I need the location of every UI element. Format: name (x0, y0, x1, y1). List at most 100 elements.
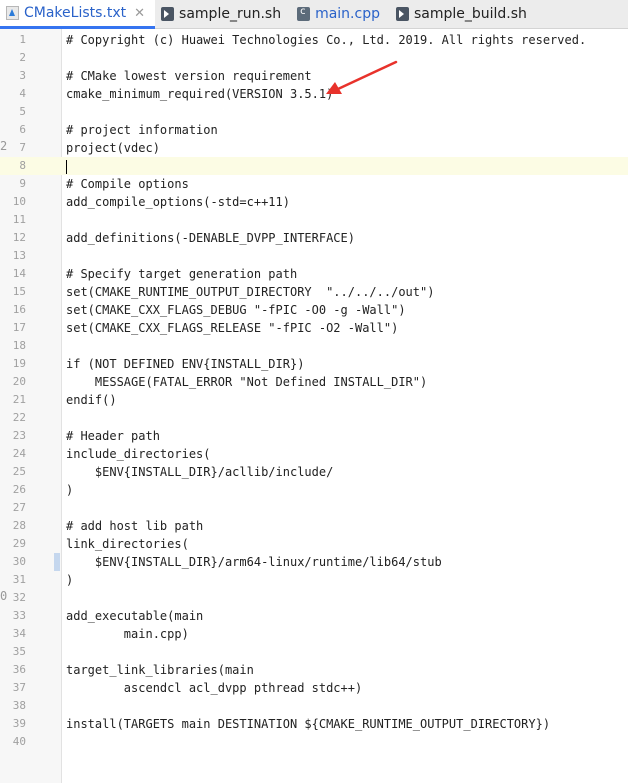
code-text: add_compile_options(-std=c++11) (66, 195, 290, 209)
code-line[interactable]: 18 (0, 337, 628, 355)
line-number: 14 (12, 267, 26, 280)
code-line[interactable]: 20 MESSAGE(FATAL_ERROR "Not Defined INST… (0, 373, 628, 391)
code-line[interactable]: 33 add_executable(main (0, 607, 628, 625)
code-text: # Specify target generation path (66, 267, 298, 281)
shell-file-icon (161, 7, 175, 21)
code-line[interactable]: 2 (0, 49, 628, 67)
code-line[interactable]: 4 cmake_minimum_required(VERSION 3.5.1) (0, 85, 628, 103)
text-cursor (66, 160, 67, 174)
code-text: endif() (66, 393, 117, 407)
code-text: # Header path (66, 429, 160, 443)
code-text: cmake_minimum_required(VERSION 3.5.1) (66, 87, 334, 101)
line-number: 4 (19, 87, 26, 100)
line-number: 23 (12, 429, 26, 442)
tab-label: main.cpp (315, 6, 380, 22)
code-line[interactable]: 22 (0, 409, 628, 427)
code-text: # Copyright (c) Huawei Technologies Co.,… (66, 33, 587, 47)
code-text: main.cpp) (66, 627, 189, 641)
code-text: add_executable(main (66, 609, 204, 623)
code-line[interactable]: 40 (0, 733, 628, 751)
code-line[interactable]: 38 (0, 697, 628, 715)
line-number: 33 (12, 609, 26, 622)
code-line[interactable]: 27 (0, 499, 628, 517)
code-line[interactable]: 7 project(vdec) (0, 139, 628, 157)
line-number: 34 (12, 627, 26, 640)
code-line[interactable]: 14 # Specify target generation path (0, 265, 628, 283)
code-text: include_directories( (66, 447, 211, 461)
code-line[interactable]: 13 (0, 247, 628, 265)
code-line[interactable]: 24 include_directories( (0, 445, 628, 463)
tab-cmakelists[interactable]: CMakeLists.txt ✕ (0, 0, 156, 29)
cmake-file-icon (6, 6, 19, 20)
code-line[interactable]: 15 set(CMAKE_RUNTIME_OUTPUT_DIRECTORY "..… (0, 283, 628, 301)
line-number: 10 (12, 195, 26, 208)
line-number: 39 (12, 717, 26, 730)
close-icon[interactable]: ✕ (134, 6, 145, 21)
code-line[interactable]: 29 link_directories( (0, 535, 628, 553)
code-line[interactable]: 34 main.cpp) (0, 625, 628, 643)
code-text: $ENV{INSTALL_DIR}/arm64-linux/runtime/li… (66, 555, 442, 569)
line-number: 38 (12, 699, 26, 712)
line-number: 24 (12, 447, 26, 460)
code-line[interactable]: 19 if (NOT DEFINED ENV{INSTALL_DIR}) (0, 355, 628, 373)
line-number: 29 (12, 537, 26, 550)
code-line[interactable]: 17 set(CMAKE_CXX_FLAGS_RELEASE "-fPIC -O2… (0, 319, 628, 337)
code-line[interactable]: 3 # CMake lowest version requirement (0, 67, 628, 85)
line-number: 37 (12, 681, 26, 694)
code-line[interactable]: 23 # Header path (0, 427, 628, 445)
red-arrow-annotation (326, 60, 398, 94)
code-line[interactable]: 26) (0, 481, 628, 499)
line-number: 5 (19, 105, 26, 118)
code-text: link_directories( (66, 537, 189, 551)
line-number: 27 (12, 501, 26, 514)
code-editor[interactable]: 1 # Copyright (c) Huawei Technologies Co.… (0, 29, 628, 783)
code-line[interactable]: 36 target_link_libraries(main (0, 661, 628, 679)
code-line[interactable]: 12 add_definitions(-DENABLE_DVPP_INTERFAC… (0, 229, 628, 247)
code-text: ) (66, 573, 74, 587)
tab-main-cpp[interactable]: main.cpp (291, 0, 390, 28)
editor-tab-bar: CMakeLists.txt ✕ sample_run.sh main.cpp … (0, 0, 628, 29)
code-line[interactable]: 28 # add host lib path (0, 517, 628, 535)
code-line[interactable]: 5 (0, 103, 628, 121)
line-number: 9 (19, 177, 26, 190)
code-line[interactable]: 9 # Compile options (0, 175, 628, 193)
code-text: # add host lib path (66, 519, 204, 533)
code-line[interactable]: 6 # project information (0, 121, 628, 139)
gutter-fragment: 0 (0, 589, 8, 603)
line-number: 20 (12, 375, 26, 388)
code-line[interactable]: 31) (0, 571, 628, 589)
line-number: 19 (12, 357, 26, 370)
code-text: install(TARGETS main DESTINATION ${CMAKE… (66, 717, 551, 731)
code-text: set(CMAKE_CXX_FLAGS_RELEASE "-fPIC -O2 -… (66, 321, 399, 335)
tab-sample-run[interactable]: sample_run.sh (155, 0, 291, 28)
code-line[interactable]: 32 (0, 589, 628, 607)
change-marker (54, 553, 60, 571)
cpp-file-icon (297, 6, 311, 21)
code-line[interactable]: 11 (0, 211, 628, 229)
code-line[interactable]: 1 # Copyright (c) Huawei Technologies Co.… (0, 31, 628, 49)
line-number: 21 (12, 393, 26, 406)
code-line[interactable]: 25 $ENV{INSTALL_DIR}/acllib/include/ (0, 463, 628, 481)
line-number: 2 (19, 51, 26, 64)
code-line[interactable]: 35 (0, 643, 628, 661)
line-number: 15 (12, 285, 26, 298)
code-line[interactable]: 16 set(CMAKE_CXX_FLAGS_DEBUG "-fPIC -O0 -… (0, 301, 628, 319)
code-line[interactable]: 10 add_compile_options(-std=c++11) (0, 193, 628, 211)
code-text: set(CMAKE_RUNTIME_OUTPUT_DIRECTORY "../.… (66, 285, 435, 299)
line-number: 31 (12, 573, 26, 586)
line-number: 6 (19, 123, 26, 136)
code-line[interactable]: 30 $ENV{INSTALL_DIR}/arm64-linux/runtime… (0, 553, 628, 571)
line-number: 1 (19, 33, 26, 46)
code-line[interactable]: 39 install(TARGETS main DESTINATION ${CMA… (0, 715, 628, 733)
code-text: set(CMAKE_CXX_FLAGS_DEBUG "-fPIC -O0 -g … (66, 303, 406, 317)
code-text: # Compile options (66, 177, 189, 191)
line-number: 12 (12, 231, 26, 244)
tab-sample-build[interactable]: sample_build.sh (390, 0, 537, 28)
gutter-fragment: 2 (0, 139, 8, 153)
code-text: if (NOT DEFINED ENV{INSTALL_DIR}) (66, 357, 305, 371)
code-line[interactable]: 37 ascendcl acl_dvpp pthread stdc++) (0, 679, 628, 697)
line-number: 26 (12, 483, 26, 496)
line-number: 8 (19, 159, 26, 172)
code-line[interactable]: 21 endif() (0, 391, 628, 409)
code-line[interactable]: 8 (0, 157, 628, 175)
